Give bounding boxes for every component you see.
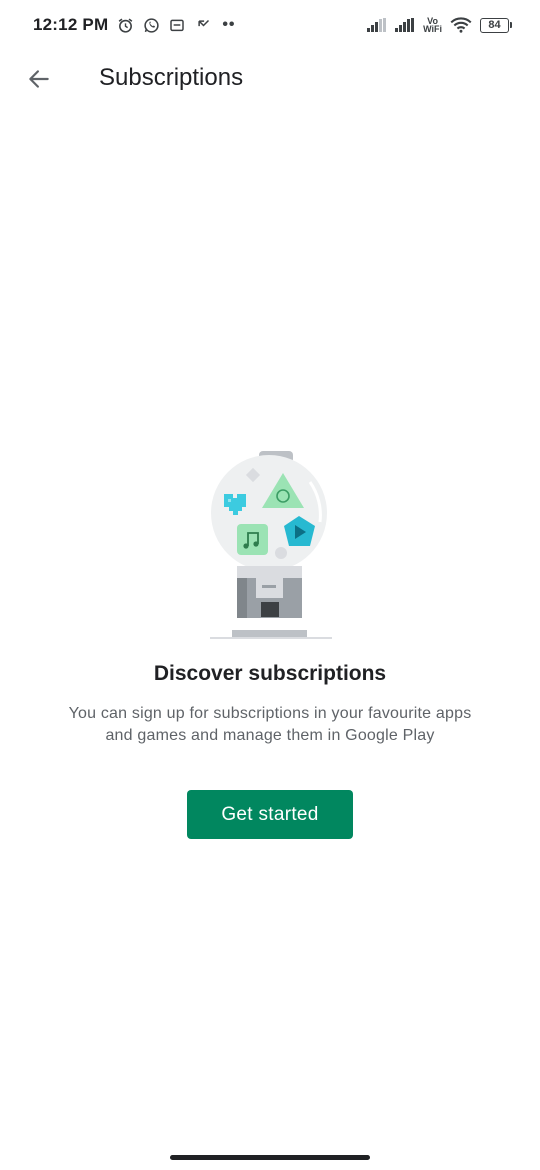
status-bar: 12:12 PM •• Vo WiFi 84: [0, 0, 540, 50]
battery-icon: 84: [480, 17, 512, 33]
empty-state-heading: Discover subscriptions: [153, 662, 387, 685]
vowifi-indicator: Vo WiFi: [423, 17, 442, 34]
get-started-button[interactable]: Get started: [187, 790, 353, 839]
battery-tip: [510, 22, 512, 28]
empty-state-description: You can sign up for subscriptions in you…: [68, 705, 472, 744]
page-title: Subscriptions: [99, 64, 244, 91]
wifi-icon: [450, 16, 472, 34]
gumball-machine-illustration: [210, 451, 332, 639]
signal-icon-2: [395, 16, 415, 34]
app-bar: Subscriptions: [0, 50, 540, 108]
screen: 12:12 PM •• Vo WiFi 84 Subscriptions Dis…: [0, 0, 540, 1170]
back-button[interactable]: [22, 62, 56, 96]
battery-level: 84: [480, 17, 509, 33]
message-icon: [168, 16, 186, 34]
status-left: 12:12 PM ••: [33, 15, 236, 35]
wifi-label: WiFi: [423, 24, 442, 34]
whatsapp-icon: [142, 16, 160, 34]
home-indicator[interactable]: [170, 1155, 370, 1160]
status-right: Vo WiFi 84: [367, 16, 512, 34]
missed-call-icon: [194, 16, 212, 34]
signal-icon: [367, 16, 387, 34]
more-notifications-indicator: ••: [222, 16, 236, 33]
alarm-icon: [116, 16, 134, 34]
arrow-back-icon: [29, 70, 49, 88]
status-time: 12:12 PM: [33, 15, 109, 34]
